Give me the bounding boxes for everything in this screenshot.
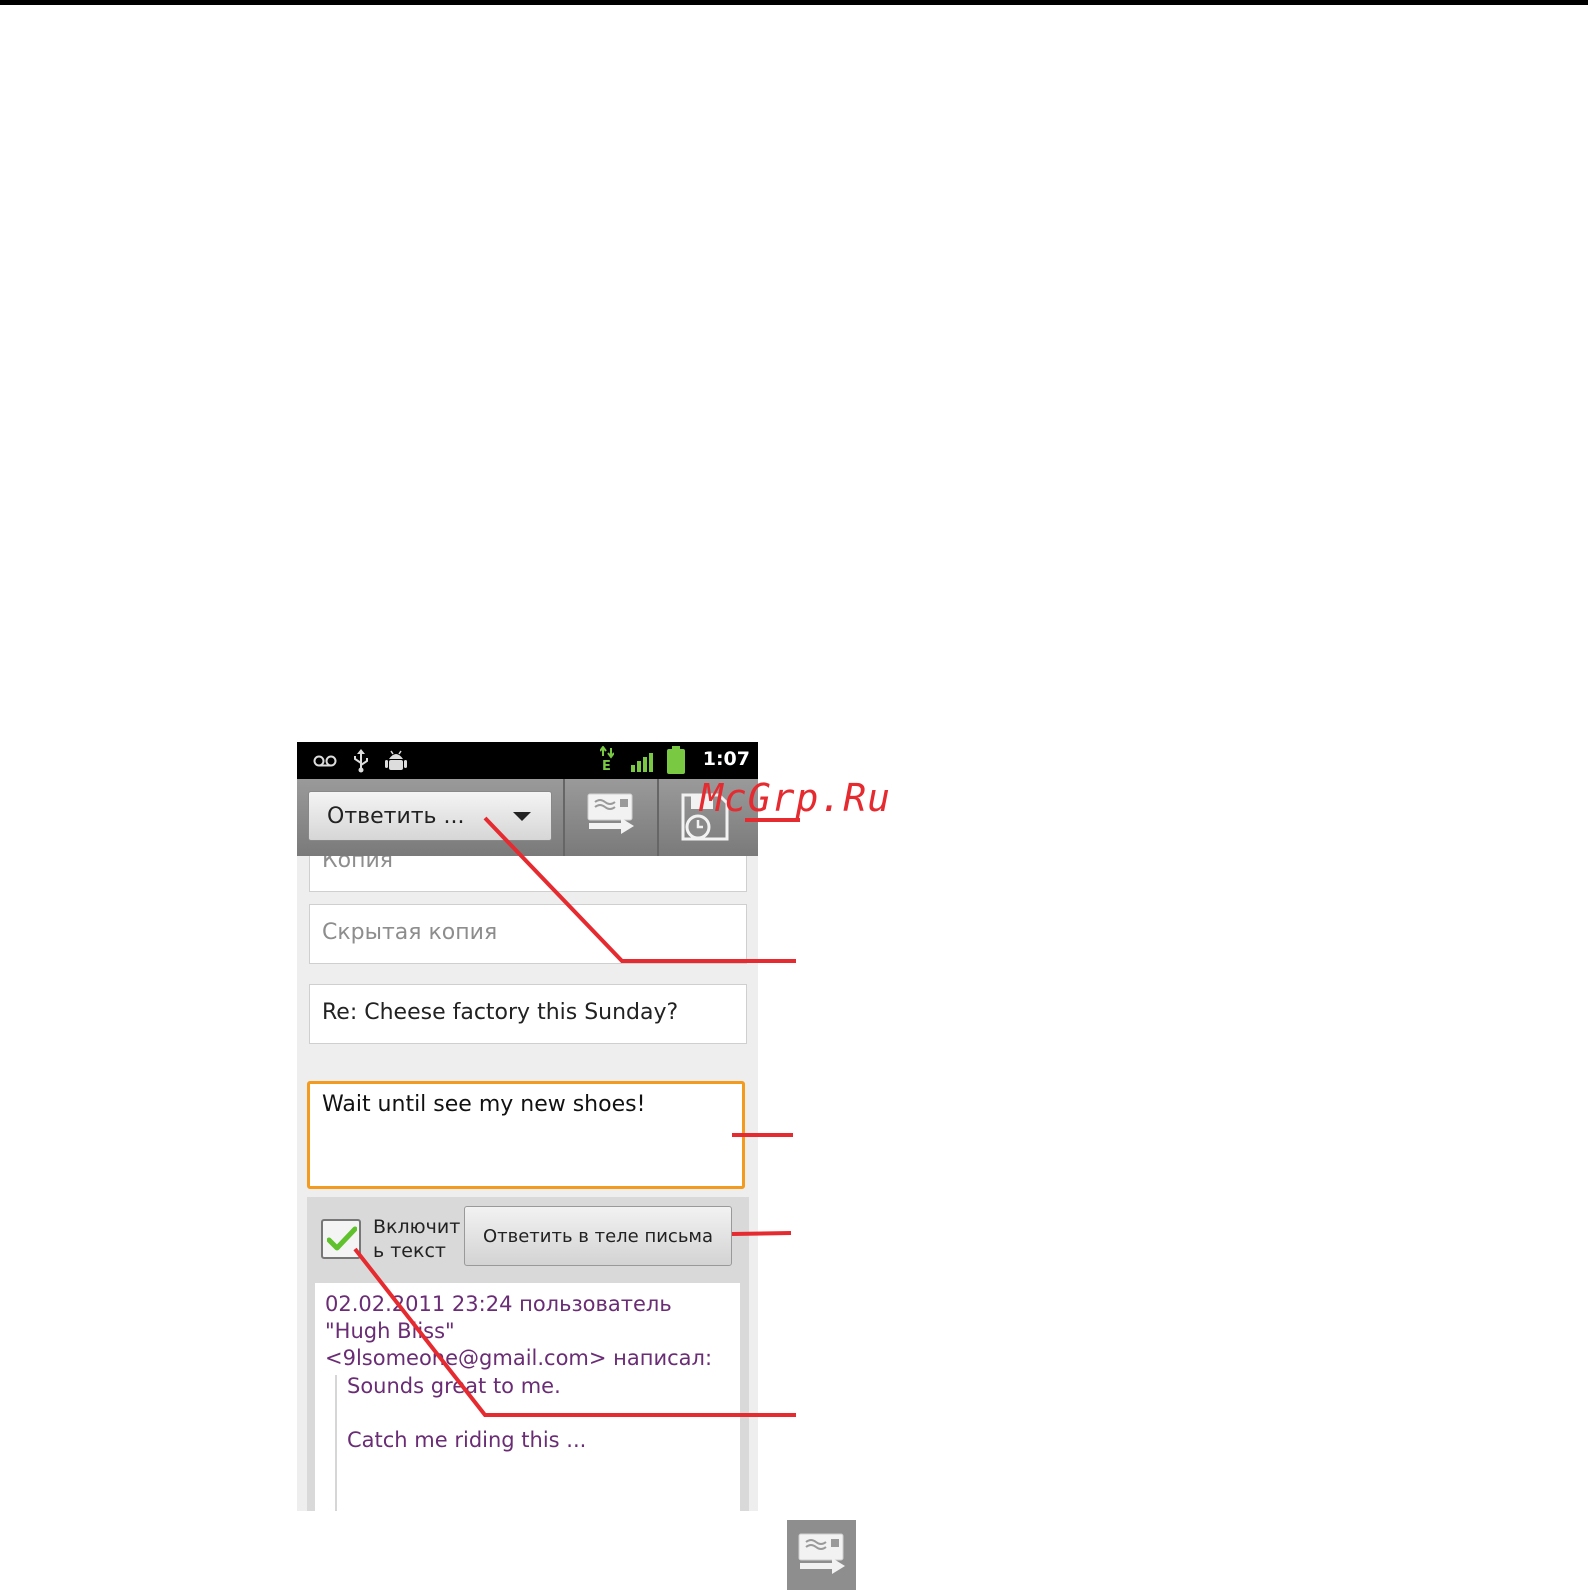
include-text-label-line1: Включит xyxy=(373,1216,461,1238)
message-body-field[interactable]: Wait until see my new shoes! xyxy=(307,1081,745,1189)
android-debug-icon xyxy=(385,750,407,770)
subject-value: Re: Cheese factory this Sunday? xyxy=(322,1000,679,1025)
reply-type-dropdown[interactable]: Ответить ... xyxy=(308,791,552,841)
data-transfer-icon: E xyxy=(599,745,615,774)
bcc-field[interactable]: Скрытая копия xyxy=(309,904,747,964)
quoted-text-panel: Включит ь текст Ответить в теле письма 0… xyxy=(307,1197,749,1511)
status-clock: 1:07 xyxy=(702,748,750,770)
status-bar: E 1:07 xyxy=(297,742,758,779)
watermark: McGrp.Ru xyxy=(700,776,892,820)
include-text-label-line2: ь текст xyxy=(373,1240,446,1262)
send-icon-sample xyxy=(787,1520,856,1590)
quoted-header-line3: <9lsomeone@gmail.com> написал: xyxy=(325,1346,713,1370)
bcc-placeholder: Скрытая копия xyxy=(322,920,498,945)
quoted-line: Catch me riding this ... xyxy=(347,1428,587,1452)
dropdown-arrow-icon xyxy=(513,812,531,821)
phone-screen: E 1:07 Ответить ... Копия Скрытая копия … xyxy=(297,742,758,1511)
subject-field[interactable]: Re: Cheese factory this Sunday? xyxy=(309,984,747,1044)
include-text-label: Включит ь текст xyxy=(373,1215,463,1263)
include-text-checkbox[interactable] xyxy=(321,1219,361,1259)
send-icon xyxy=(798,1533,845,1574)
usb-icon xyxy=(354,749,368,773)
quoted-header: 02.02.2011 23:24 пользователь "Hugh Blis… xyxy=(325,1291,735,1372)
quoted-message: 02.02.2011 23:24 пользователь "Hugh Blis… xyxy=(315,1283,740,1511)
quoted-line: Sounds great to me. xyxy=(347,1374,561,1398)
reply-type-label: Ответить ... xyxy=(327,804,465,829)
send-button[interactable] xyxy=(565,779,657,856)
top-rule xyxy=(0,0,1588,5)
action-bar: Ответить ... xyxy=(297,779,758,856)
check-icon xyxy=(327,1226,357,1251)
send-icon xyxy=(587,793,634,834)
network-type-label: E xyxy=(602,759,611,774)
signal-icon xyxy=(631,753,653,772)
quoted-header-line2: "Hugh Bliss" xyxy=(325,1319,455,1343)
quote-bar xyxy=(335,1375,337,1511)
quoted-header-line1: 02.02.2011 23:24 пользователь xyxy=(325,1292,672,1316)
battery-icon xyxy=(667,746,685,774)
reply-inline-label: Ответить в теле письма xyxy=(482,1226,714,1247)
reply-inline-button[interactable]: Ответить в теле письма xyxy=(464,1206,732,1266)
voicemail-icon xyxy=(313,755,337,767)
message-body-value: Wait until see my new shoes! xyxy=(322,1092,646,1117)
